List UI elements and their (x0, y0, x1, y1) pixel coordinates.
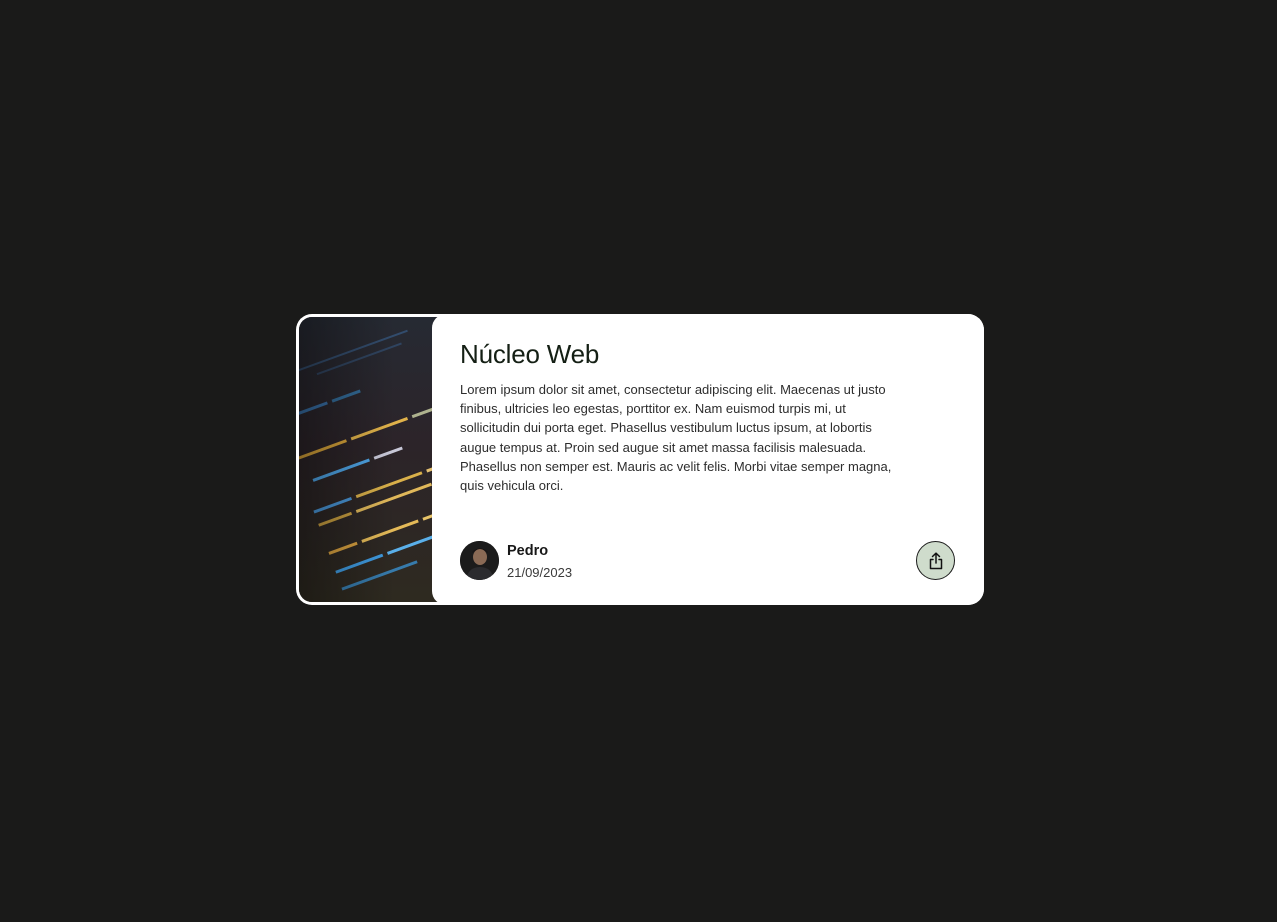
card-content: Núcleo Web Lorem ipsum dolor sit amet, c… (432, 314, 984, 605)
post-date: 21/09/2023 (507, 565, 573, 580)
author-avatar (460, 541, 499, 580)
author-name: Pedro (507, 543, 549, 559)
card-title: Núcleo Web (460, 339, 600, 369)
share-button[interactable] (916, 541, 955, 580)
post-card: Núcleo Web Lorem ipsum dolor sit amet, c… (296, 314, 984, 605)
share-icon (929, 551, 942, 569)
card-description: Lorem ipsum dolor sit amet, consectetur … (460, 382, 892, 494)
author-info: Pedro 21/09/2023 (460, 541, 760, 581)
